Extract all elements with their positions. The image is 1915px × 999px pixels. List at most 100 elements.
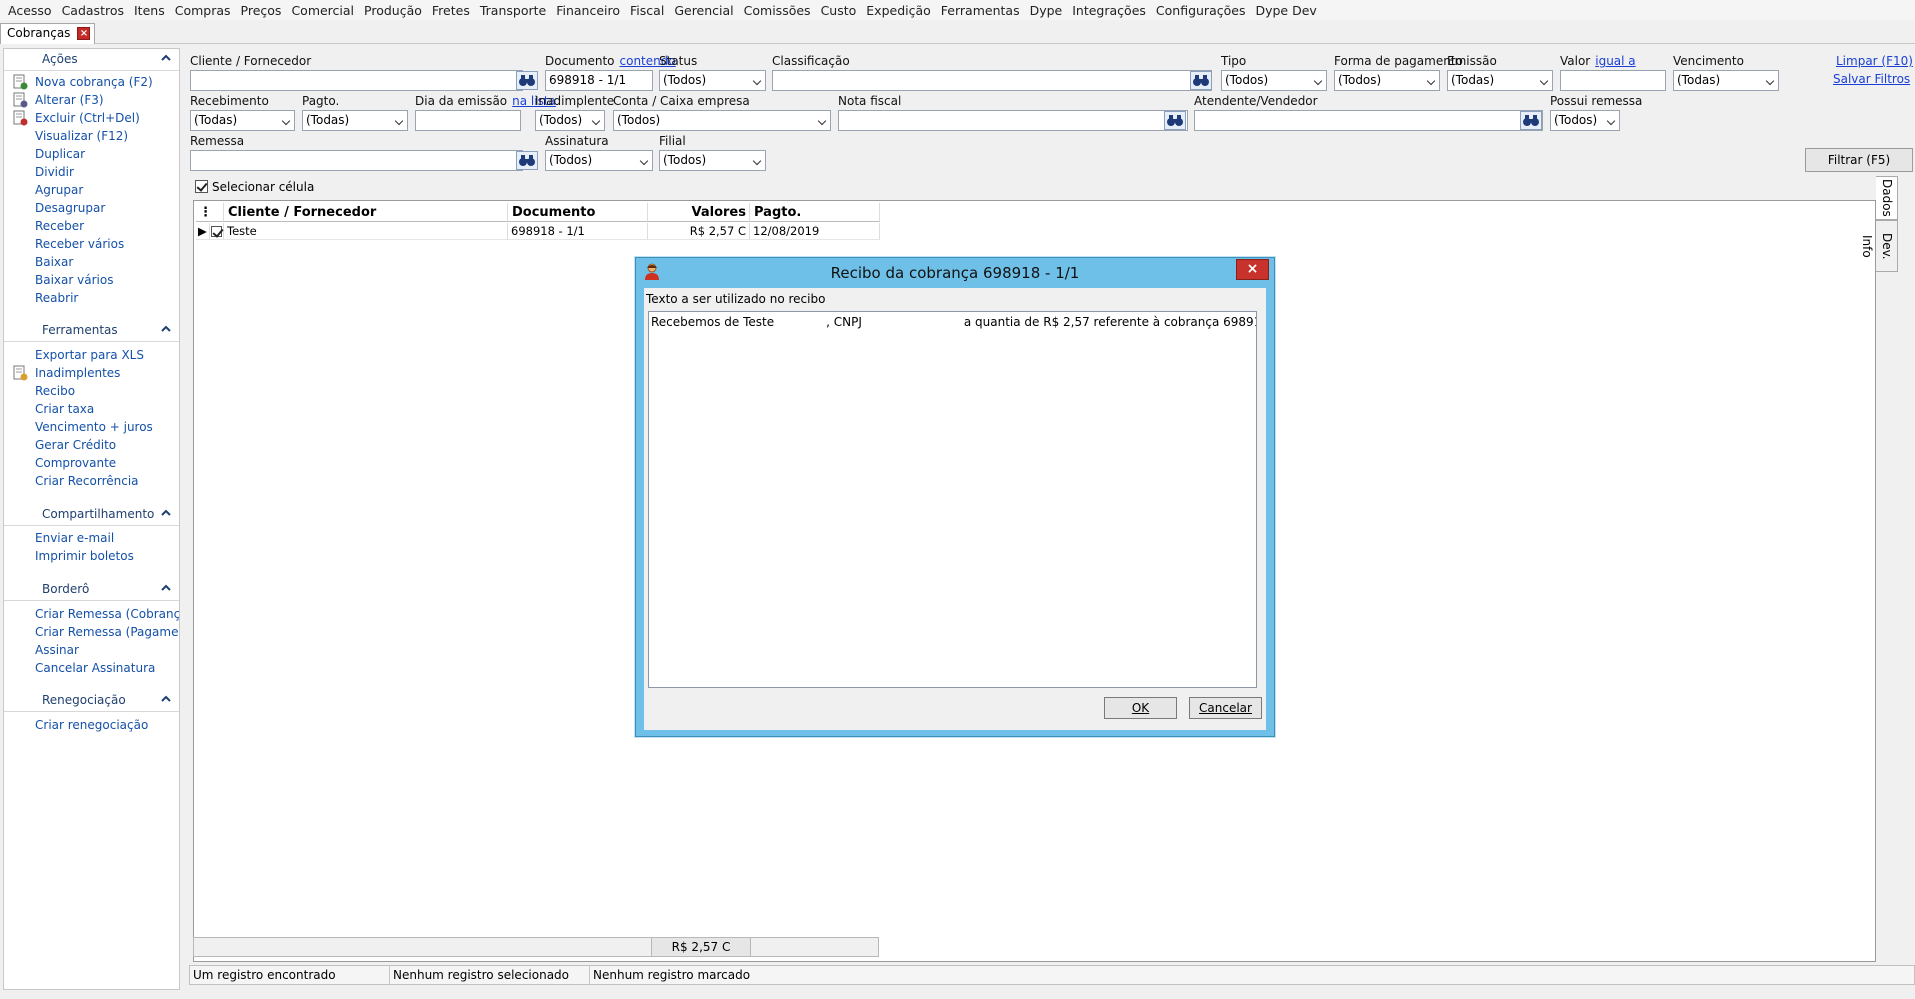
- possui-remessa-select[interactable]: (Todos): [1550, 110, 1620, 131]
- menu-compras[interactable]: Compras: [170, 3, 236, 18]
- cancel-button[interactable]: Cancelar: [1189, 697, 1262, 719]
- menu-custo[interactable]: Custo: [816, 3, 862, 18]
- sidebar-item-enviar-e-mail[interactable]: Enviar e-mail: [35, 531, 114, 545]
- sidebar-item-alterar-f3[interactable]: Alterar (F3): [35, 93, 104, 107]
- sidebar-item-reabrir[interactable]: Reabrir: [35, 291, 78, 305]
- sidebar-item-exportar-para-xls[interactable]: Exportar para XLS: [35, 348, 144, 362]
- tab-cobrancas[interactable]: Cobranças ×: [0, 23, 96, 44]
- menu-comercial[interactable]: Comercial: [286, 3, 359, 18]
- sidebar-item-nova-cobranca-f2[interactable]: Nova cobrança (F2): [35, 75, 153, 89]
- binoculars-icon[interactable]: [516, 151, 538, 170]
- checkbox-icon[interactable]: [211, 226, 222, 237]
- close-icon[interactable]: ×: [1236, 259, 1269, 280]
- col-header-documento[interactable]: Documento: [508, 203, 648, 222]
- section-header-acoes[interactable]: Ações: [4, 49, 179, 71]
- sidebar-item-duplicar[interactable]: Duplicar: [35, 147, 85, 161]
- atendente-input[interactable]: [1194, 110, 1543, 131]
- tipo-select[interactable]: (Todos): [1221, 70, 1327, 91]
- menu-precos[interactable]: Preços: [236, 3, 287, 18]
- sidebar-item-imprimir-boletos[interactable]: Imprimir boletos: [35, 549, 134, 563]
- sidebar-item-agrupar[interactable]: Agrupar: [35, 183, 83, 197]
- cell-valor[interactable]: R$ 2,57 C: [648, 223, 750, 240]
- sidebar-item-recibo[interactable]: Recibo: [35, 384, 75, 398]
- row-checkbox[interactable]: [210, 223, 224, 240]
- menu-fretes[interactable]: Fretes: [427, 3, 475, 18]
- chevron-up-icon[interactable]: [159, 506, 173, 520]
- conta-caixa-select[interactable]: (Todos): [613, 110, 831, 131]
- chevron-up-icon[interactable]: [159, 322, 173, 336]
- sidebar-item-dividir[interactable]: Dividir: [35, 165, 74, 179]
- filial-select[interactable]: (Todos): [659, 150, 766, 171]
- sidebar-item-visualizar-f12[interactable]: Visualizar (F12): [35, 129, 128, 143]
- sidebar-item-inadimplentes[interactable]: Inadimplentes: [35, 366, 120, 380]
- sidebar-item-criar-taxa[interactable]: Criar taxa: [35, 402, 94, 416]
- menu-expedicao[interactable]: Expedição: [861, 3, 936, 18]
- inadimplente-select[interactable]: (Todos): [535, 110, 605, 131]
- chevron-up-icon[interactable]: [159, 581, 173, 595]
- binoculars-icon[interactable]: [516, 71, 538, 90]
- menu-transporte[interactable]: Transporte: [475, 3, 551, 18]
- binoculars-icon[interactable]: [1190, 71, 1212, 90]
- chevron-up-icon[interactable]: [159, 51, 173, 65]
- documento-input[interactable]: 698918 - 1/1: [545, 70, 653, 91]
- recebimento-select[interactable]: (Todas): [190, 110, 295, 131]
- menu-integracoes[interactable]: Integrações: [1067, 3, 1151, 18]
- sidebar-item-gerar-credito[interactable]: Gerar Crédito: [35, 438, 116, 452]
- emissao-select[interactable]: (Todas): [1447, 70, 1553, 91]
- sidebar-item-receber[interactable]: Receber: [35, 219, 84, 233]
- sidebar-item-criar-renegociacao[interactable]: Criar renegociação: [35, 718, 148, 732]
- binoculars-icon[interactable]: [1520, 111, 1542, 130]
- forma-pagamento-select[interactable]: (Todos): [1334, 70, 1440, 91]
- col-header-cliente[interactable]: Cliente / Fornecedor: [224, 203, 508, 222]
- filtrar-button[interactable]: Filtrar (F5): [1805, 148, 1913, 172]
- section-header-renegociacao[interactable]: Renegociação: [4, 690, 179, 712]
- menu-financeiro[interactable]: Financeiro: [551, 3, 625, 18]
- menu-gerencial[interactable]: Gerencial: [669, 3, 738, 18]
- cell-pagto[interactable]: 12/08/2019: [750, 223, 880, 240]
- chevron-up-icon[interactable]: [159, 692, 173, 706]
- pagto-select[interactable]: (Todas): [302, 110, 408, 131]
- menu-cadastros[interactable]: Cadastros: [57, 3, 129, 18]
- sidebar-item-receber-varios[interactable]: Receber vários: [35, 237, 124, 251]
- section-header-compartilhamento[interactable]: Compartilhamento: [4, 504, 179, 526]
- assinatura-select[interactable]: (Todos): [545, 150, 653, 171]
- menu-producao[interactable]: Produção: [359, 3, 427, 18]
- classificacao-input[interactable]: [772, 70, 1212, 91]
- ok-button[interactable]: OK: [1104, 697, 1177, 719]
- sidebar-item-cancelar-assinatura[interactable]: Cancelar Assinatura: [35, 661, 155, 675]
- menu-dype[interactable]: Dype: [1025, 3, 1068, 18]
- menu-ferramentas[interactable]: Ferramentas: [936, 3, 1025, 18]
- sidebar-item-desagrupar[interactable]: Desagrupar: [35, 201, 105, 215]
- menu-acesso[interactable]: Acesso: [3, 3, 57, 18]
- binoculars-icon[interactable]: [1164, 111, 1186, 130]
- dialog-titlebar[interactable]: Recibo da cobrança 698918 - 1/1 ×: [636, 258, 1274, 286]
- cell-cliente[interactable]: Teste: [224, 223, 508, 240]
- vencimento-select[interactable]: (Todas): [1673, 70, 1779, 91]
- dia-emissao-input[interactable]: [415, 110, 521, 131]
- status-select[interactable]: (Todos): [659, 70, 766, 91]
- recibo-textarea[interactable]: Recebemos de Testex, CNPJxa quantia de R…: [648, 311, 1257, 688]
- remessa-input[interactable]: [190, 150, 523, 171]
- sidebar-item-baixar[interactable]: Baixar: [35, 255, 73, 269]
- close-icon[interactable]: ×: [77, 27, 91, 40]
- checkbox-icon[interactable]: [195, 180, 208, 193]
- salvar-filtros-link[interactable]: Salvar Filtros: [1833, 72, 1910, 86]
- sidebar-item-criar-remessa-pagamento[interactable]: Criar Remessa (Pagamento): [35, 625, 179, 639]
- sidebar-item-comprovante[interactable]: Comprovante: [35, 456, 116, 470]
- menu-dype-dev[interactable]: Dype Dev: [1250, 3, 1321, 18]
- cliente-input[interactable]: [190, 70, 523, 91]
- sidebar-item-vencimento-juros[interactable]: Vencimento + juros: [35, 420, 153, 434]
- menu-configuracoes[interactable]: Configurações: [1151, 3, 1251, 18]
- sidebar-item-criar-recorrencia[interactable]: Criar Recorrência: [35, 474, 139, 488]
- sidebar-item-excluir-ctrl-del[interactable]: Excluir (Ctrl+Del): [35, 111, 140, 125]
- menu-itens[interactable]: Itens: [129, 3, 170, 18]
- section-header-bordero[interactable]: Borderô: [4, 579, 179, 601]
- sidebar-item-baixar-varios[interactable]: Baixar vários: [35, 273, 113, 287]
- valor-mode-link[interactable]: igual a: [1595, 54, 1635, 68]
- tab-dev-info[interactable]: Dev. Info: [1860, 220, 1898, 272]
- sidebar-item-criar-remessa-cobranca[interactable]: Criar Remessa (Cobrança): [35, 607, 179, 621]
- selecionar-celula-checkbox[interactable]: Selecionar célula: [195, 180, 314, 194]
- col-header-valores[interactable]: Valores: [648, 203, 750, 222]
- menu-comissoes[interactable]: Comissões: [739, 3, 816, 18]
- sidebar-item-assinar[interactable]: Assinar: [35, 643, 79, 657]
